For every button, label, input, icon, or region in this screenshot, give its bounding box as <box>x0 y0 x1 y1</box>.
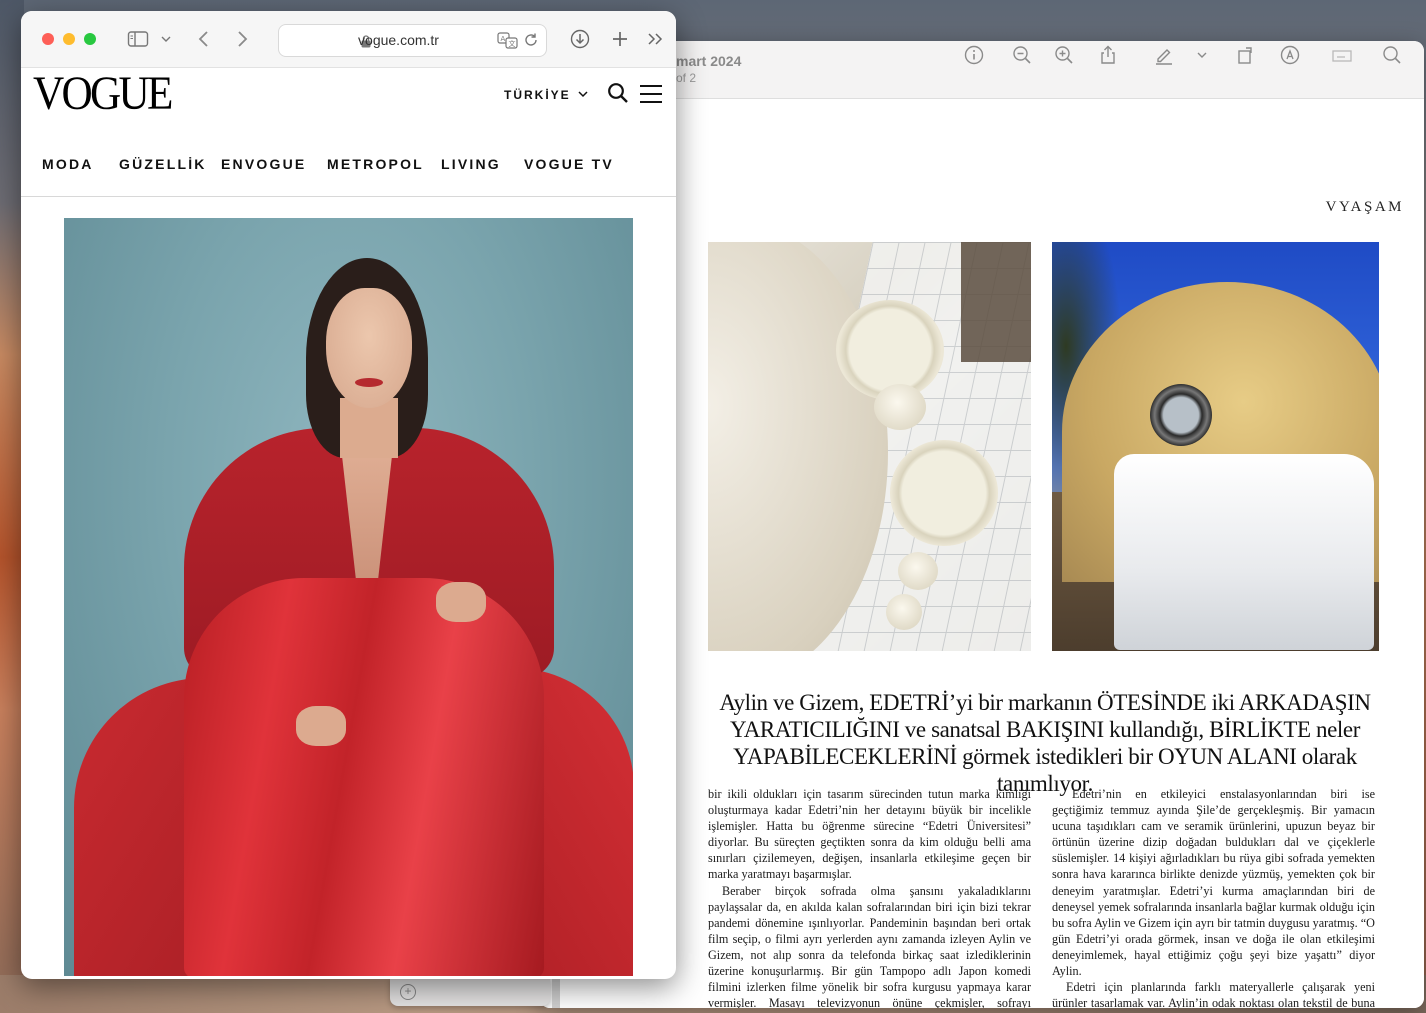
nav-item-moda[interactable]: MODA <box>42 156 94 172</box>
ceramics-photo <box>708 242 1031 651</box>
vogue-logo[interactable]: VOGUE <box>33 66 173 121</box>
nav-item-metropol[interactable]: METROPOL <box>327 156 424 172</box>
background-window-edge <box>552 978 560 1008</box>
zoom-window-button[interactable] <box>84 33 96 45</box>
article-column-right: Edetri’nin en etkileyici enstalasyonları… <box>1052 786 1375 1008</box>
paragraph: Edetri için planlarında farklı materyall… <box>1052 980 1375 1008</box>
nav-item-vogue-tv[interactable]: VOGUE TV <box>524 156 614 172</box>
article-column-left: bir ikili oldukları için tasarım sürecin… <box>708 786 1031 1008</box>
paragraph: bir ikili oldukları için tasarım sürecin… <box>708 787 1031 882</box>
rotate-icon[interactable] <box>1232 41 1260 69</box>
zoom-in-icon[interactable] <box>1050 41 1078 69</box>
paragraph: Beraber birçok sofrada olma şansını yaka… <box>708 883 1031 1008</box>
browser-toolbar: vogue.com.tr A文 <box>21 11 676 68</box>
main-navigation: MODA GÜZELLİK ENVOGUE METROPOL LIVING VO… <box>21 134 676 197</box>
url-text[interactable]: vogue.com.tr <box>279 25 504 56</box>
translate-icon[interactable]: A文 <box>497 32 519 54</box>
headline-line: Aylin ve Gizem, EDETRİ’yi bir markanın Ö… <box>719 690 1371 715</box>
chevron-down-icon[interactable] <box>159 25 173 53</box>
chevron-down-icon <box>578 91 588 98</box>
minimize-window-button[interactable] <box>63 33 75 45</box>
safari-window: vogue.com.tr A文 VOGUE TÜRKİYE MODA GÜZEL… <box>21 11 676 979</box>
new-tab-icon[interactable] <box>610 25 630 53</box>
nav-item-guzellik[interactable]: GÜZELLİK <box>119 156 207 172</box>
document-title: mart 2024 <box>676 53 742 69</box>
svg-text:文: 文 <box>509 39 516 48</box>
site-header: VOGUE TÜRKİYE <box>21 66 676 134</box>
search-icon[interactable] <box>607 82 629 109</box>
info-icon[interactable] <box>960 41 988 69</box>
hamburger-menu-icon[interactable] <box>639 84 663 109</box>
search-icon[interactable] <box>1378 41 1406 69</box>
hero-image[interactable] <box>64 218 633 976</box>
close-window-button[interactable] <box>42 33 54 45</box>
section-label: VYAŞAM <box>1325 199 1404 215</box>
chevron-down-icon[interactable] <box>1188 41 1216 69</box>
back-icon[interactable] <box>195 25 213 53</box>
more-chevrons-icon[interactable] <box>645 25 665 53</box>
reload-icon[interactable] <box>523 32 539 53</box>
markup-pen-icon[interactable] <box>1150 41 1178 69</box>
form-icon[interactable] <box>1328 41 1356 69</box>
region-label: TÜRKİYE <box>504 88 571 102</box>
svg-text:A: A <box>501 35 506 43</box>
region-selector[interactable]: TÜRKİYE <box>504 88 588 102</box>
markup-circle-icon[interactable] <box>1276 41 1304 69</box>
headline-line: YARATICILIĞINI ve sanatsal BAKIŞINI kull… <box>730 717 1360 742</box>
add-icon[interactable]: + <box>400 984 416 1000</box>
article-headline: Aylin ve Gizem, EDETRİ’yi bir markanın Ö… <box>700 689 1390 797</box>
sidebar-icon[interactable] <box>125 25 151 53</box>
share-icon[interactable] <box>1094 41 1122 69</box>
dome-house-photo <box>1052 242 1379 651</box>
background-window-tab[interactable]: + <box>390 978 550 1006</box>
page-count: of 2 <box>676 71 697 85</box>
nav-item-envogue[interactable]: ENVOGUE <box>221 156 306 172</box>
nav-item-living[interactable]: LIVING <box>441 156 501 172</box>
download-icon[interactable] <box>569 25 591 53</box>
forward-icon[interactable] <box>233 25 251 53</box>
zoom-out-icon[interactable] <box>1008 41 1036 69</box>
paragraph: Edetri’nin en etkileyici enstalasyonları… <box>1052 787 1375 979</box>
address-bar[interactable]: vogue.com.tr A文 <box>278 24 547 57</box>
